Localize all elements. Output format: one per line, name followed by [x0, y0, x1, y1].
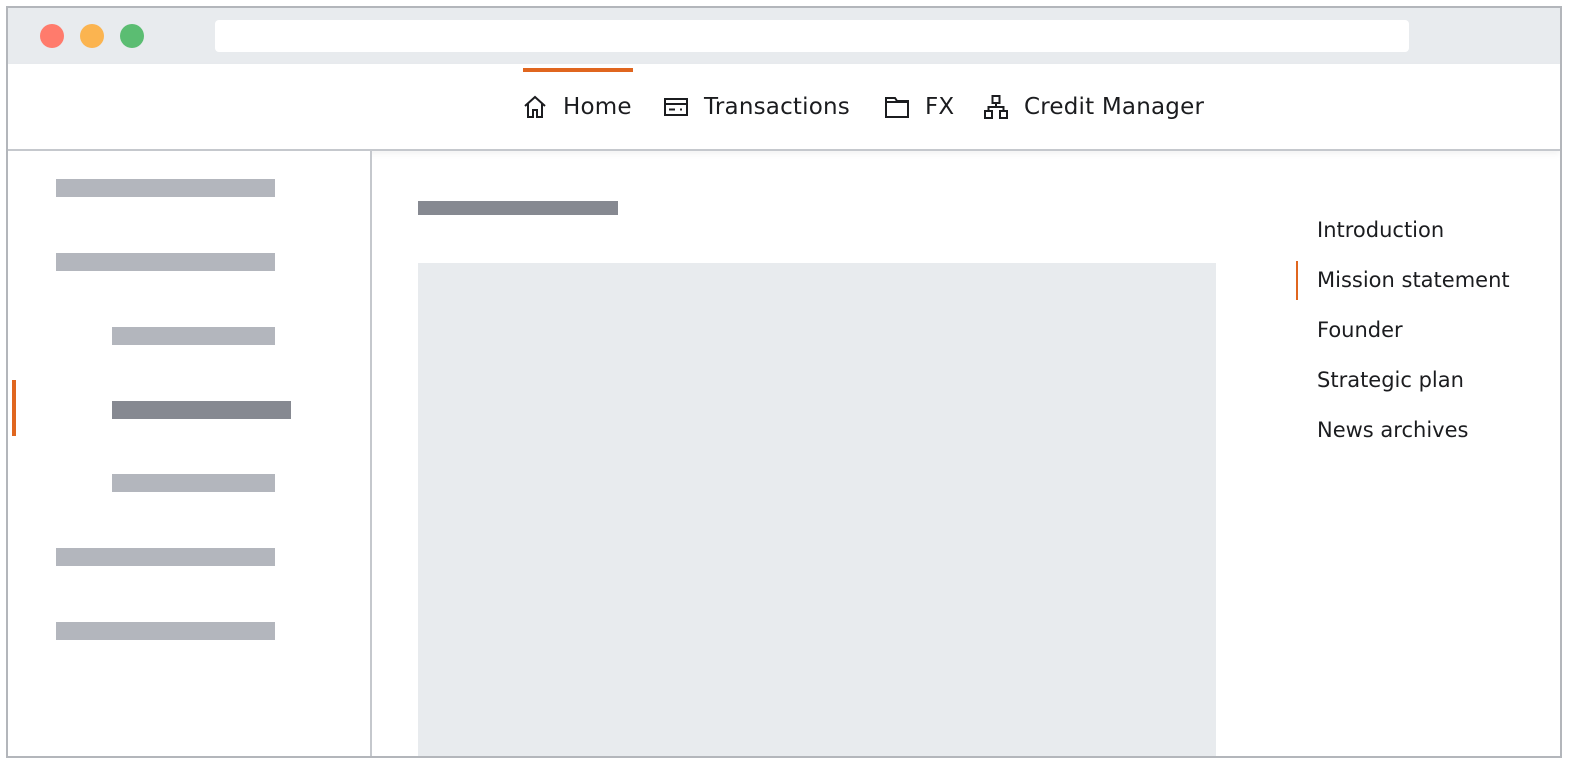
- content-title-placeholder: [418, 201, 618, 215]
- sidebar-item[interactable]: [56, 548, 275, 566]
- sidebar-item[interactable]: [56, 622, 275, 640]
- toc-item-strategic-plan[interactable]: Strategic plan: [1296, 355, 1556, 405]
- toc-item-founder[interactable]: Founder: [1296, 305, 1556, 355]
- toc-item-label: Founder: [1317, 318, 1403, 342]
- sidebar-item[interactable]: [56, 179, 275, 197]
- home-icon: [523, 95, 547, 119]
- nav-tab-credit-manager[interactable]: Credit Manager: [984, 64, 1204, 149]
- card-icon: [664, 95, 688, 119]
- sidebar-item[interactable]: [56, 253, 275, 271]
- table-of-contents: Introduction Mission statement Founder S…: [1296, 205, 1556, 455]
- sidebar-subitem[interactable]: [112, 474, 275, 492]
- close-window-button[interactable]: [40, 24, 64, 48]
- minimize-window-button[interactable]: [80, 24, 104, 48]
- nav-tab-credit-manager-label: Credit Manager: [1024, 93, 1205, 120]
- maximize-window-button[interactable]: [120, 24, 144, 48]
- sidebar: [8, 151, 372, 756]
- nav-tab-home-label: Home: [563, 93, 632, 120]
- nav-tab-fx[interactable]: FX: [885, 64, 954, 149]
- top-navigation: Home Transactions FX Credit Manager: [8, 64, 1560, 151]
- toc-item-mission-statement[interactable]: Mission statement: [1296, 255, 1556, 305]
- toc-item-label: News archives: [1317, 418, 1469, 442]
- toc-item-introduction[interactable]: Introduction: [1296, 205, 1556, 255]
- sidebar-subitem-active[interactable]: [112, 401, 291, 419]
- sitemap-icon: [984, 94, 1008, 119]
- toc-item-label: Mission statement: [1317, 268, 1510, 292]
- toc-item-label: Strategic plan: [1317, 368, 1464, 392]
- sidebar-active-indicator: [12, 380, 16, 436]
- sidebar-subitem[interactable]: [112, 327, 275, 345]
- nav-tab-transactions[interactable]: Transactions: [664, 64, 850, 149]
- toc-item-news-archives[interactable]: News archives: [1296, 405, 1556, 455]
- content-body-placeholder: [418, 263, 1216, 756]
- address-bar[interactable]: [215, 20, 1409, 52]
- nav-tab-transactions-label: Transactions: [704, 93, 850, 120]
- folder-icon: [885, 95, 909, 119]
- nav-tab-home[interactable]: Home: [523, 64, 633, 149]
- toc-item-label: Introduction: [1317, 218, 1445, 242]
- nav-tab-fx-label: FX: [925, 93, 955, 120]
- browser-titlebar: [8, 8, 1560, 64]
